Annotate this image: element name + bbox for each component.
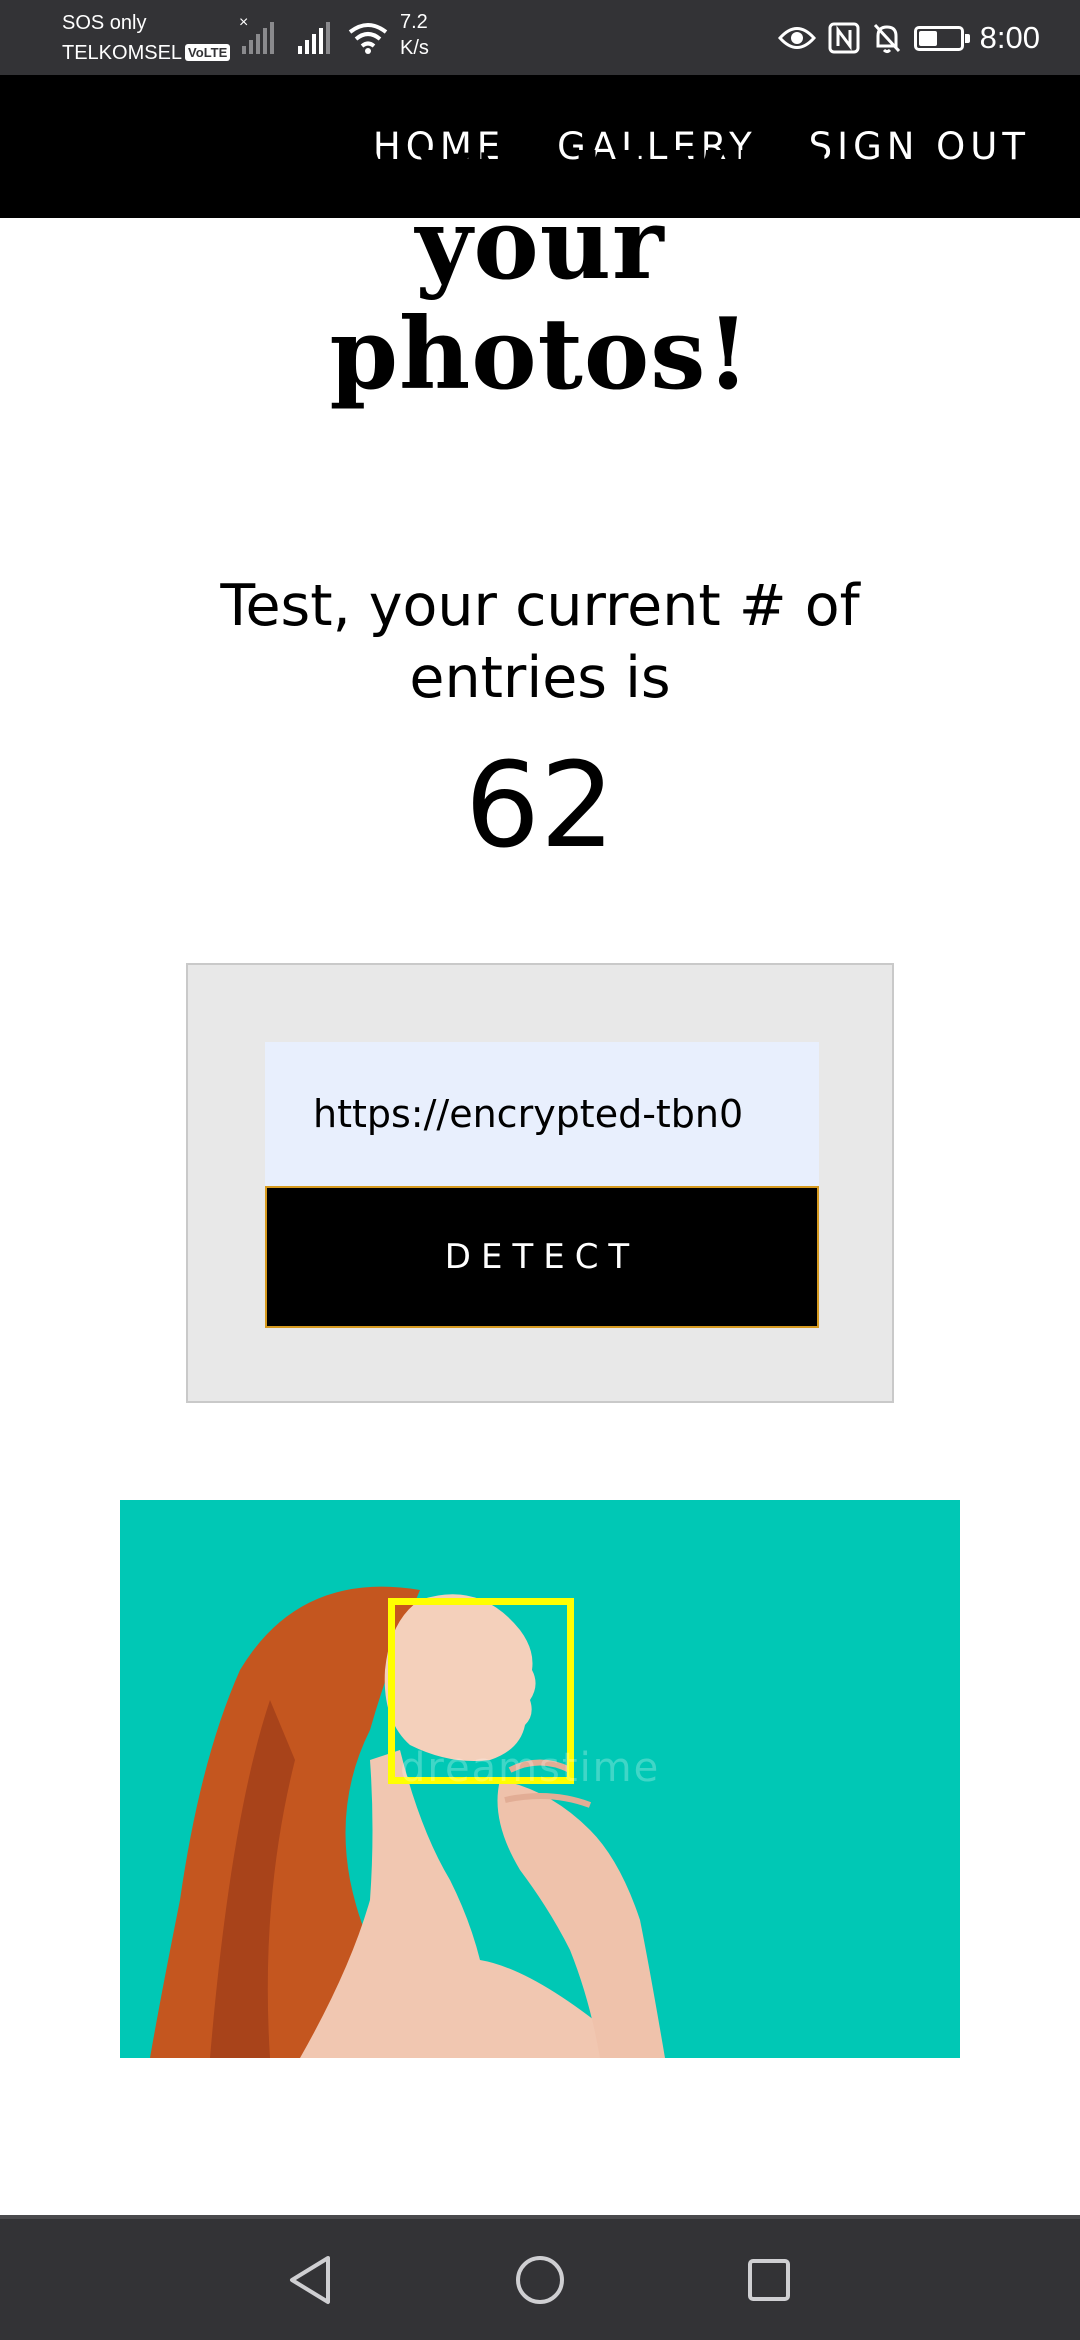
carrier-name: TELKOMSEL <box>62 42 183 64</box>
image-url-input[interactable] <box>265 1042 819 1186</box>
carrier-line-1: SOS only <box>62 12 147 34</box>
entries-count: 62 <box>464 736 616 874</box>
home-button[interactable] <box>480 2219 600 2340</box>
carrier-line-2: TELKOMSEL VoLTE <box>62 38 231 68</box>
system-navigation-bar <box>0 2215 1080 2340</box>
carrier-info: SOS only TELKOMSEL VoLTE <box>62 8 231 68</box>
battery-icon <box>913 25 970 51</box>
back-button[interactable] <box>250 2219 370 2340</box>
hero-heading: faces from your photos! <box>0 150 1080 480</box>
network-speed-unit: K/s <box>400 37 429 59</box>
recents-button[interactable] <box>709 2219 829 2340</box>
face-detection-image: dreamstime <box>120 1500 960 2058</box>
network-speed-value: 7.2 <box>400 11 428 33</box>
nfc-icon <box>828 22 860 54</box>
hero-line-1: faces from <box>0 150 1080 190</box>
entries-message: Test, your current # of entries is <box>220 573 860 711</box>
signal-no-service-icon: × <box>239 14 274 54</box>
image-link-form: DETECT <box>186 963 894 1403</box>
signal-icon <box>298 22 330 54</box>
image-watermark: dreamstime <box>400 1745 661 1791</box>
detect-button[interactable]: DETECT <box>265 1186 819 1328</box>
hero-line-2: your <box>415 187 665 302</box>
eye-icon <box>777 27 816 49</box>
bell-off-icon <box>873 23 900 53</box>
clock: 8:00 <box>979 20 1040 55</box>
network-speed: 7.2 K/s <box>400 9 429 61</box>
back-triangle-icon <box>290 2255 330 2304</box>
recents-square-icon <box>748 2258 790 2301</box>
status-bar: SOS only TELKOMSEL VoLTE × 7.2 K/s 8:00 <box>0 0 1080 75</box>
hero-line-3: photos! <box>329 297 751 412</box>
volte-badge: VoLTE <box>185 44 231 61</box>
wifi-icon <box>348 23 388 54</box>
status-icons: 8:00 <box>777 14 1040 62</box>
home-circle-icon <box>516 2255 564 2304</box>
signal-indicators: × <box>239 14 388 54</box>
